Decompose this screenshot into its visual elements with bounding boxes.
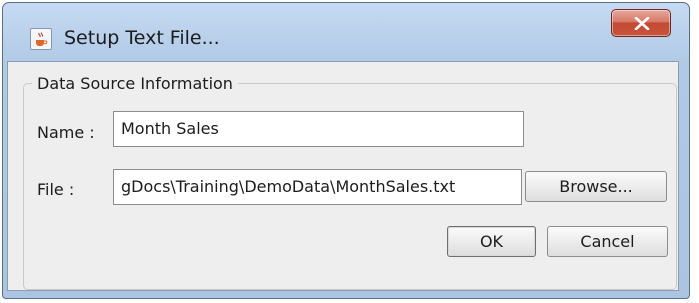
close-icon	[634, 17, 650, 30]
file-label: File :	[37, 180, 75, 199]
browse-button[interactable]: Browse...	[525, 171, 667, 202]
name-label: Name :	[37, 123, 95, 142]
window-title: Setup Text File...	[64, 27, 220, 49]
ok-button[interactable]: OK	[447, 226, 536, 257]
name-input[interactable]: Month Sales	[113, 111, 524, 147]
group-legend: Data Source Information	[32, 74, 238, 93]
close-button[interactable]	[611, 9, 671, 37]
file-path-input[interactable]: gDocs\Training\DemoData\MonthSales.txt	[113, 169, 522, 205]
cancel-button[interactable]: Cancel	[547, 226, 668, 257]
java-cup-icon	[30, 28, 52, 50]
file-path-text: gDocs\Training\DemoData\MonthSales.txt	[121, 177, 456, 196]
title-bar[interactable]: Setup Text File...	[3, 3, 689, 63]
